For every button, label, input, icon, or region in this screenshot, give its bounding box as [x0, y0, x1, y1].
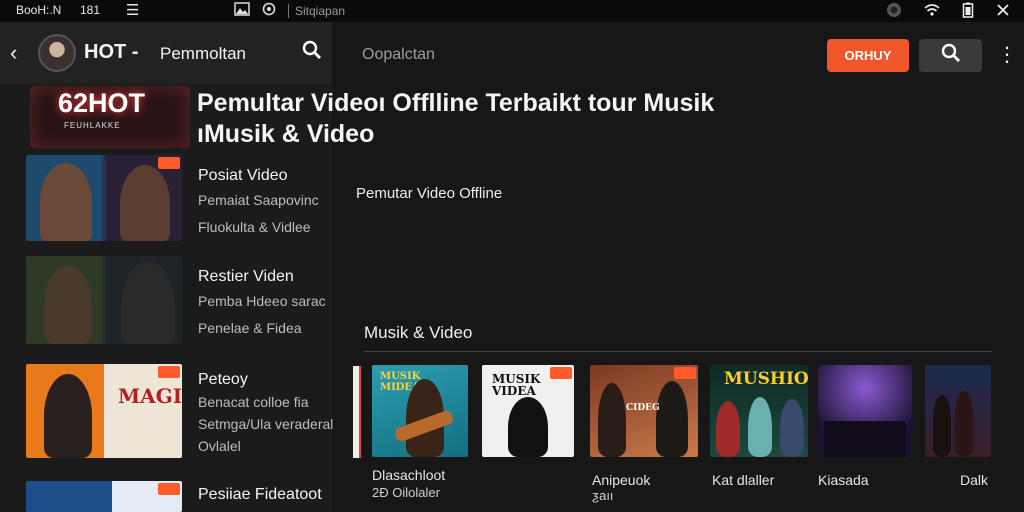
list-item-title: Peteoy — [198, 371, 248, 388]
status-app-label: Sitqiapan — [288, 3, 345, 18]
hot-badge — [550, 367, 572, 379]
tab-oopalctan[interactable]: Oopalctan — [362, 46, 435, 64]
card-label: Kat dlaller — [712, 472, 775, 488]
music-card[interactable]: MUSIK VIDEA — [482, 365, 574, 457]
section-title-music: Musik & Video — [364, 323, 473, 342]
list-item[interactable]: Restier Viden Pemba Hdeeo sarac Penelae … — [26, 256, 332, 344]
list-item-line: Ovlalel — [198, 438, 241, 454]
list-item-line: Pemaiat Saapovinc — [198, 192, 319, 208]
status-center: Sitqiapan — [234, 2, 345, 19]
logo-text: 62HOT — [58, 88, 146, 118]
status-number: 181 — [80, 3, 101, 17]
hot-badge — [674, 367, 696, 379]
music-card[interactable] — [925, 365, 991, 457]
battery-icon — [962, 2, 974, 21]
music-card[interactable] — [818, 365, 912, 457]
app-title: HOT - — [84, 41, 139, 63]
card-sublabel: 2Ɖ Oilolaler — [372, 485, 440, 500]
list-item-title: Restier Viden — [198, 268, 294, 285]
list-item-line: Pemba Hdeeo sarac — [198, 293, 326, 309]
list-item-line: Setmga/Ula veraderal — [198, 416, 334, 432]
status-clock: BooH:.N — [16, 3, 62, 17]
headline: Pemultar Videoı Offlline Terbaikt tour M… — [197, 88, 797, 150]
menu-icon[interactable]: ☰ — [126, 1, 139, 19]
more-options-icon[interactable]: ⋮ — [997, 42, 1017, 67]
section-title-offline: Pemutar Video Offline — [356, 185, 503, 202]
avatar[interactable] — [38, 34, 76, 72]
search-button[interactable] — [919, 39, 982, 72]
hot-badge — [158, 483, 180, 495]
list-item[interactable]: Pesiiae Fideatoot — [26, 481, 332, 512]
card-label: Anipeuok — [592, 472, 651, 488]
card-art-text: CIDEG — [626, 403, 660, 413]
status-icons — [886, 2, 1010, 21]
list-item[interactable]: MAGIC Peteoy Benacat colloe fia Setmga/U… — [26, 364, 334, 458]
card-art-text: MUSIK VIDEA — [492, 372, 541, 398]
search-icon[interactable] — [302, 40, 322, 65]
card-art-text: MUSHIO — [724, 369, 808, 389]
card-sublabel: ƺaıı — [592, 488, 614, 503]
card-label: Dalk — [960, 472, 989, 488]
list-item-title: Posiat Video — [198, 167, 288, 184]
logo-subtext: FEUHLAKKE — [64, 121, 121, 130]
list-item-line: Benacat colloe fia — [198, 394, 309, 410]
list-item-line: Penelae & Fidea — [198, 320, 302, 336]
card-label: Dlasachloot — [372, 467, 446, 483]
record-icon — [886, 2, 902, 21]
card-label: Kiasada — [818, 472, 869, 488]
section-divider — [364, 351, 992, 352]
image-icon — [234, 2, 250, 19]
list-thumbnail — [26, 256, 182, 344]
music-card[interactable]: MUSHIO — [710, 365, 808, 457]
music-card[interactable]: MUSIK MIDEA — [372, 365, 468, 457]
partial-card[interactable] — [353, 366, 361, 458]
headline-line-1: Pemultar Videoı Offlline Terbaikt tour M… — [197, 89, 715, 117]
music-card[interactable]: CIDEG — [590, 365, 698, 457]
tab-pemmoltan[interactable]: Pemmoltan — [160, 44, 246, 64]
wifi-icon — [924, 3, 940, 20]
list-item-line: Fluokulta & Vidlee — [198, 219, 311, 235]
hot-badge — [158, 366, 180, 378]
back-icon[interactable]: ‹ — [10, 40, 17, 66]
close-icon[interactable] — [996, 3, 1010, 20]
settings-circle-icon — [262, 2, 276, 19]
headline-line-2: ıMusik & Video — [197, 120, 375, 148]
list-thumbnail: MAGIC — [26, 364, 182, 458]
list-item[interactable]: Posiat Video Pemaiat Saapovinc Fluokulta… — [26, 155, 332, 241]
list-item-title: Pesiiae Fideatoot — [198, 486, 322, 503]
hot-badge — [158, 157, 180, 169]
search-icon — [941, 43, 961, 68]
status-bar: BooH:.N 181 ☰ Sitqiapan — [0, 0, 1024, 22]
list-thumbnail — [26, 481, 182, 512]
list-thumbnail — [26, 155, 182, 241]
orange-action-button[interactable]: ORHUY — [827, 39, 909, 72]
